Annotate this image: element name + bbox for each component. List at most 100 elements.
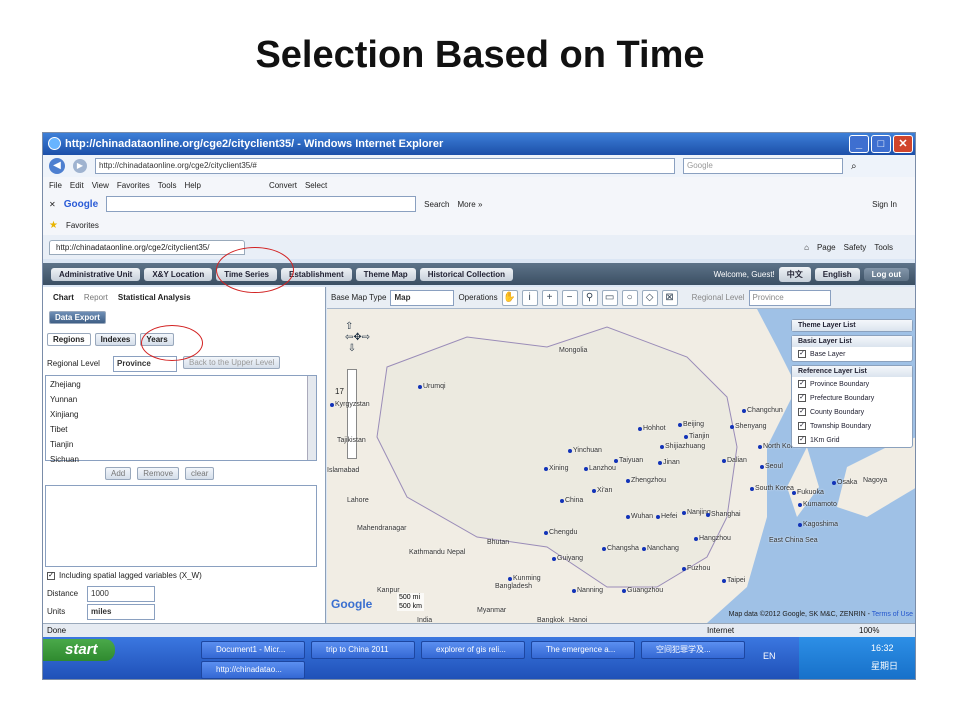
report-link[interactable]: Report <box>84 293 108 302</box>
signin-link[interactable]: Sign In <box>872 200 897 209</box>
start-button[interactable]: start <box>43 639 115 661</box>
task-emergence[interactable]: The emergence a... <box>531 641 635 659</box>
close-button[interactable]: ✕ <box>893 135 913 153</box>
city-marker[interactable] <box>682 511 686 515</box>
rectangle-select-icon[interactable]: ▭ <box>601 289 618 306</box>
province-boundary-checkbox[interactable]: ✓ <box>798 380 806 388</box>
selected-list[interactable] <box>45 485 317 567</box>
list-item[interactable]: Zhejiang <box>46 376 316 391</box>
city-marker[interactable] <box>798 503 802 507</box>
city-marker[interactable] <box>568 449 572 453</box>
favorites-star-icon[interactable]: ★ <box>49 220 58 231</box>
list-item[interactable]: Yunnan <box>46 391 316 406</box>
list-item[interactable]: Tianjin <box>46 436 316 451</box>
clock-time[interactable]: 16:32 <box>871 643 894 653</box>
chinese-button[interactable]: 中文 <box>778 266 811 282</box>
circle-select-icon[interactable]: ○ <box>621 289 638 306</box>
list-item[interactable]: Sichuan <box>46 451 316 466</box>
distance-input[interactable]: 1000 <box>87 586 155 602</box>
city-marker[interactable] <box>560 499 564 503</box>
address-bar[interactable]: http://chinadataonline.org/cge2/cityclie… <box>95 158 675 174</box>
city-marker[interactable] <box>572 589 576 593</box>
basic-layer-header[interactable]: Basic Layer List <box>792 336 912 347</box>
city-marker[interactable] <box>614 459 618 463</box>
select-button[interactable]: Select <box>305 181 327 190</box>
english-button[interactable]: English <box>814 267 860 281</box>
add-button[interactable]: Add <box>105 467 132 480</box>
language-indicator[interactable]: EN <box>763 651 776 661</box>
township-boundary-checkbox[interactable]: ✓ <box>798 422 806 430</box>
tab-historical-collection[interactable]: Historical Collection <box>419 267 514 281</box>
remove-button[interactable]: Remove <box>137 467 180 480</box>
county-boundary-checkbox[interactable]: ✓ <box>798 408 806 416</box>
list-scrollbar[interactable] <box>307 376 316 460</box>
spatial-lag-checkbox[interactable]: ✓ <box>47 571 55 580</box>
city-marker[interactable] <box>730 425 734 429</box>
city-marker[interactable] <box>638 427 642 431</box>
google-search-button[interactable]: Search <box>424 200 449 209</box>
city-marker[interactable] <box>602 547 606 551</box>
city-marker[interactable] <box>660 445 664 449</box>
map-area[interactable]: Base Map Type Map Operations ✋ i + − ⚲ ▭… <box>327 287 915 623</box>
menu-help[interactable]: Help <box>184 181 200 190</box>
close-toolbar-icon[interactable]: ✕ <box>49 200 56 209</box>
city-marker[interactable] <box>552 557 556 561</box>
city-marker[interactable] <box>622 589 626 593</box>
city-marker[interactable] <box>694 537 698 541</box>
back-arrow-icon[interactable]: ◀ <box>49 158 65 174</box>
minimize-button[interactable]: _ <box>849 135 869 153</box>
search-icon[interactable]: ⌕ <box>851 161 857 172</box>
maximize-button[interactable]: □ <box>871 135 891 153</box>
tab-regions[interactable]: Regions <box>47 333 91 346</box>
city-marker[interactable] <box>642 547 646 551</box>
city-marker[interactable] <box>508 577 512 581</box>
city-marker[interactable] <box>760 465 764 469</box>
pin-icon[interactable]: ⚲ <box>581 289 598 306</box>
forward-arrow-icon[interactable]: ▶ <box>73 159 87 173</box>
tab-xy-location[interactable]: X&Y Location <box>144 267 213 281</box>
info-icon[interactable]: i <box>521 289 538 306</box>
task-trip-folder[interactable]: trip to China 2011 <box>311 641 415 659</box>
city-marker[interactable] <box>678 423 682 427</box>
base-map-type-select[interactable]: Map <box>390 289 455 306</box>
city-marker[interactable] <box>798 523 802 527</box>
pan-hand-icon[interactable]: ✋ <box>501 289 518 306</box>
clear-button[interactable]: clear <box>185 467 215 480</box>
city-marker[interactable] <box>706 513 710 517</box>
city-marker[interactable] <box>722 579 726 583</box>
city-marker[interactable] <box>682 567 686 571</box>
page-menu[interactable]: Page <box>817 243 836 252</box>
units-select[interactable]: miles <box>87 604 155 620</box>
google-search-input[interactable] <box>106 196 417 212</box>
google-more-button[interactable]: More » <box>458 200 483 209</box>
menu-file[interactable]: File <box>49 181 62 190</box>
list-item[interactable]: Xinjiang <box>46 406 316 421</box>
tab-theme-map[interactable]: Theme Map <box>355 267 416 281</box>
terms-link[interactable]: Terms of Use <box>872 611 913 618</box>
city-marker[interactable] <box>722 459 726 463</box>
chart-link[interactable]: Chart <box>53 293 74 302</box>
browser-tab[interactable]: http://chinadataonline.org/cge2/cityclie… <box>49 239 245 255</box>
city-marker[interactable] <box>418 385 422 389</box>
task-spatial-criminology[interactable]: 空间犯罪学及... <box>641 641 745 659</box>
city-marker[interactable] <box>626 479 630 483</box>
city-marker[interactable] <box>742 409 746 413</box>
base-layer-checkbox[interactable]: ✓ <box>798 350 806 358</box>
menu-edit[interactable]: Edit <box>70 181 84 190</box>
menu-tools[interactable]: Tools <box>158 181 177 190</box>
menu-favorites[interactable]: Favorites <box>117 181 150 190</box>
list-item[interactable]: Tibet <box>46 421 316 436</box>
city-marker[interactable] <box>592 489 596 493</box>
reference-layer-header[interactable]: Reference Layer List <box>792 366 912 377</box>
home-icon[interactable]: ⌂ <box>804 243 809 252</box>
menu-view[interactable]: View <box>92 181 109 190</box>
region-list[interactable]: Zhejiang Yunnan Xinjiang Tibet Tianjin S… <box>45 375 317 464</box>
city-marker[interactable] <box>750 487 754 491</box>
search-input[interactable]: Google <box>683 158 843 174</box>
data-export-button[interactable]: Data Export <box>49 311 106 324</box>
city-marker[interactable] <box>832 481 836 485</box>
pan-control[interactable]: ⇧ ⇦✥⇨ ⇩ <box>345 321 385 354</box>
polygon-select-icon[interactable]: ◇ <box>641 289 658 306</box>
convert-button[interactable]: Convert <box>269 181 297 190</box>
clear-selection-icon[interactable]: ⊠ <box>661 289 678 306</box>
